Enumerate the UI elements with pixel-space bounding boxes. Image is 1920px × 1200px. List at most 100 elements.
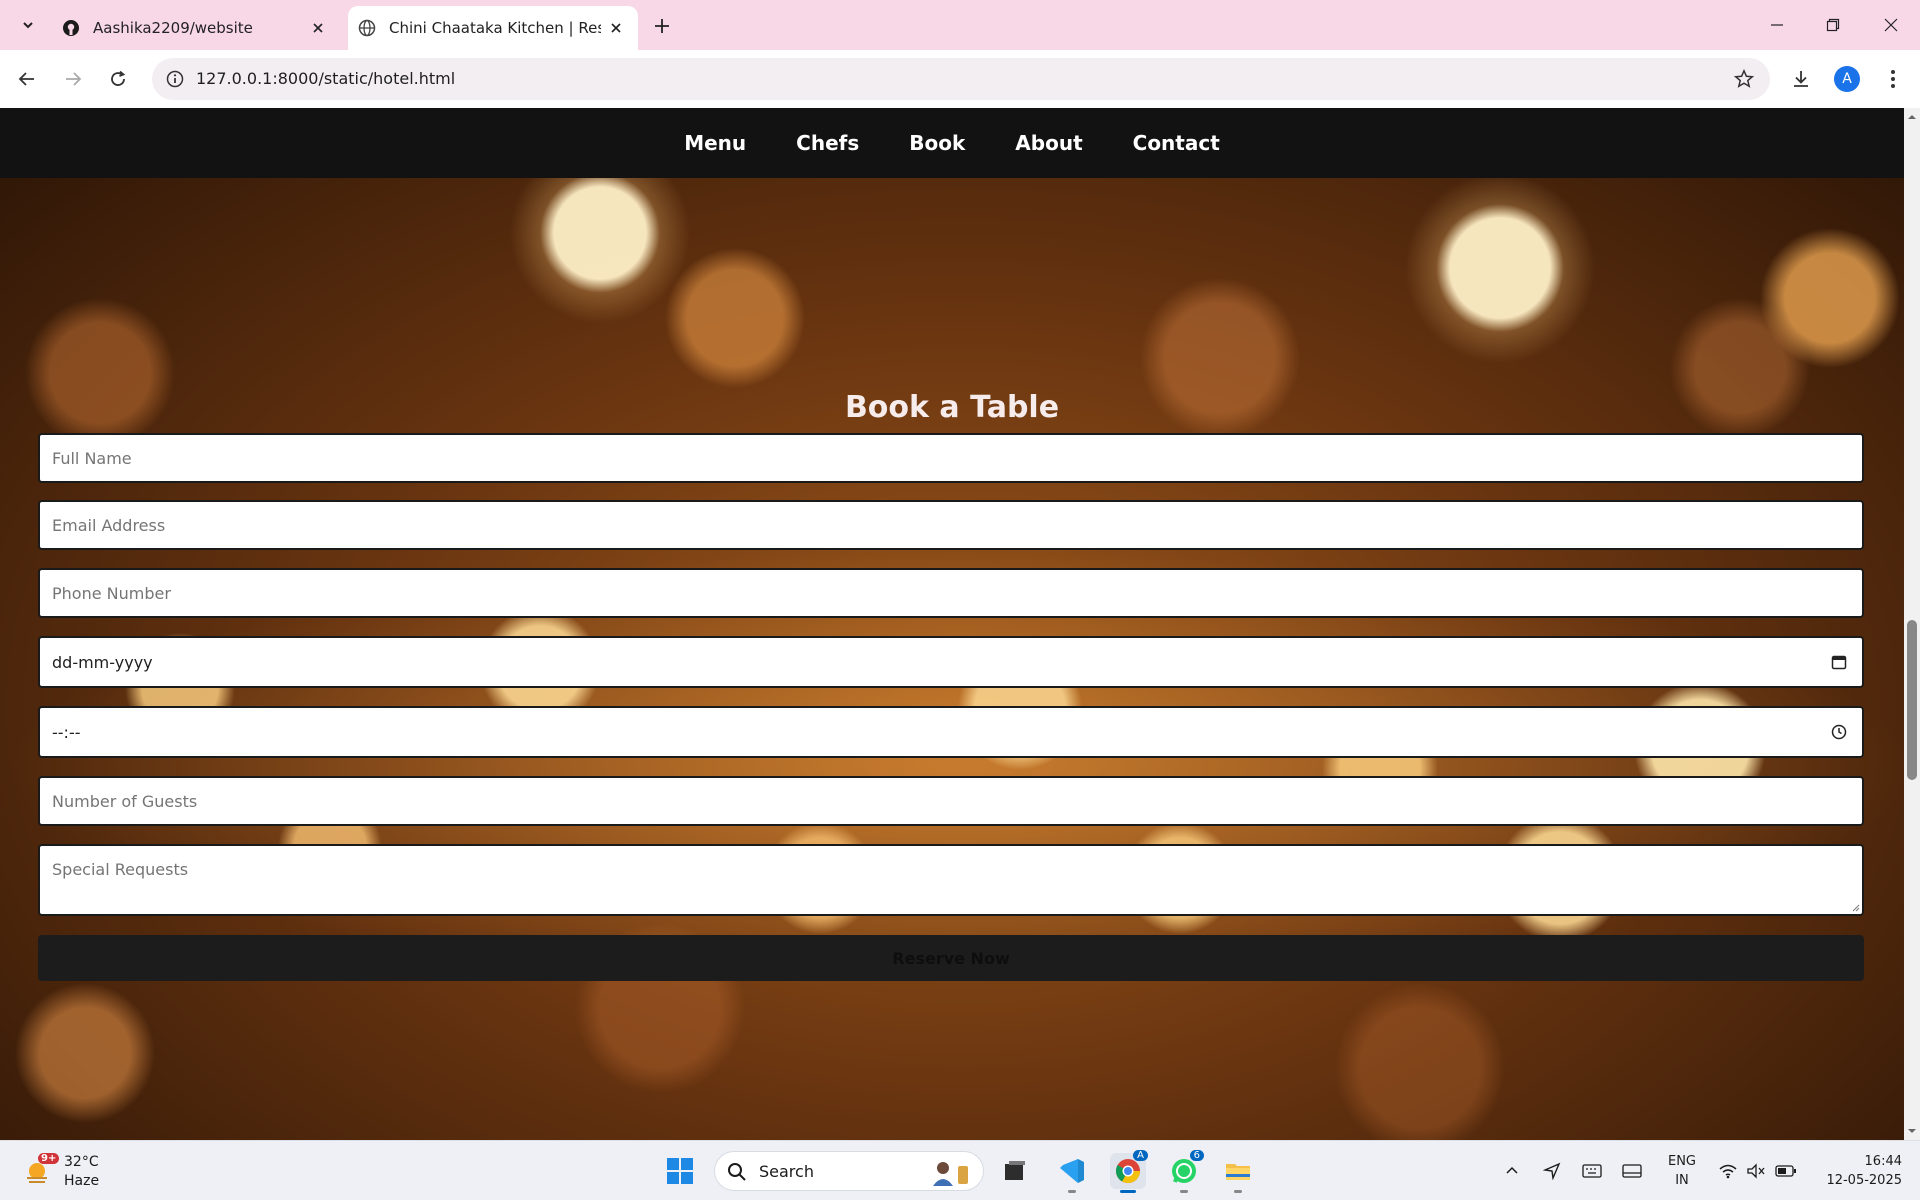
nav-book[interactable]: Book: [909, 131, 965, 155]
menu-button[interactable]: [1878, 64, 1908, 94]
search-highlight-icon: [933, 1162, 968, 1186]
taskbar-chrome[interactable]: A: [1110, 1150, 1148, 1193]
browser-toolbar: 127.0.0.1:8000/static/hotel.html A: [0, 50, 1920, 108]
weather-temp: 32°C: [64, 1154, 99, 1170]
task-view-icon: [1005, 1161, 1025, 1180]
email-placeholder: Email Address: [52, 515, 166, 535]
close-icon[interactable]: [310, 20, 326, 36]
chevron-down-icon: [23, 22, 33, 29]
start-button[interactable]: [662, 1153, 698, 1189]
arrow-left-icon: [18, 72, 34, 86]
system-clock[interactable]: 16:44 12-05-2025: [1812, 1152, 1902, 1190]
clock-time: 16:44: [1864, 1154, 1902, 1169]
site-nav: Menu Chefs Book About Contact: [0, 108, 1904, 178]
search-label: Search: [759, 1162, 814, 1181]
bookmark-star-icon[interactable]: [1732, 67, 1756, 91]
tab-github[interactable]: Aashika2209/website: [52, 6, 340, 50]
globe-icon: [358, 19, 376, 37]
email-input[interactable]: Email Address: [38, 500, 1864, 550]
scrollbar-thumb[interactable]: [1907, 620, 1917, 780]
keyboard-tray[interactable]: [1580, 1159, 1604, 1183]
download-icon: [1794, 71, 1808, 87]
location-tray[interactable]: [1540, 1159, 1564, 1183]
taskbar-vscode[interactable]: [1054, 1153, 1090, 1193]
profile-avatar[interactable]: A: [1834, 66, 1860, 92]
weather-condition: Haze: [64, 1173, 100, 1189]
taskbar-file-explorer[interactable]: [1220, 1153, 1256, 1193]
vscode-icon: [1060, 1159, 1084, 1183]
tab-restaurant[interactable]: Chini Chaataka Kitchen | Restaurant: [348, 6, 638, 50]
battery-tray[interactable]: [1774, 1159, 1798, 1183]
full-name-placeholder: Full Name: [52, 448, 132, 468]
volume-tray[interactable]: [1744, 1159, 1768, 1183]
date-placeholder: dd-mm-yyyy: [52, 652, 153, 672]
requests-placeholder: Special Requests: [52, 860, 189, 879]
restore-button[interactable]: [1818, 12, 1848, 38]
chevron-up-icon: [1506, 1166, 1518, 1174]
weather-widget[interactable]: 9+ 32°C Haze: [22, 1149, 112, 1193]
nav-menu[interactable]: Menu: [684, 131, 746, 155]
reserve-button[interactable]: Reserve Now: [38, 935, 1864, 981]
time-placeholder: --:--: [52, 722, 81, 742]
wifi-tray[interactable]: [1716, 1159, 1740, 1183]
windows-icon: [667, 1158, 693, 1184]
reload-icon: [111, 70, 126, 86]
language-indicator[interactable]: ENG IN: [1664, 1152, 1700, 1190]
time-input[interactable]: --:--: [38, 706, 1864, 758]
page-viewport: Menu Chefs Book About Contact Book a Tab…: [0, 108, 1904, 1140]
chrome-icon: [1115, 1159, 1140, 1184]
guests-placeholder: Number of Guests: [52, 791, 198, 811]
nav-about[interactable]: About: [1015, 131, 1082, 155]
address-bar[interactable]: 127.0.0.1:8000/static/hotel.html: [152, 58, 1770, 100]
speaker-muted-icon: [1747, 1163, 1765, 1179]
keyboard-icon: [1582, 1164, 1602, 1178]
clock-icon[interactable]: [1830, 723, 1848, 741]
running-indicator: [1180, 1190, 1188, 1193]
info-icon[interactable]: [164, 68, 186, 90]
date-input[interactable]: dd-mm-yyyy: [38, 636, 1864, 688]
notification-badge: 9+: [38, 1153, 60, 1164]
minimize-icon: [1771, 24, 1783, 26]
tab-search-button[interactable]: [14, 12, 42, 38]
special-requests-textarea[interactable]: Special Requests: [38, 844, 1864, 916]
windows-taskbar: 9+ 32°C Haze Search A 6 ENG IN 16:44 12-…: [0, 1140, 1920, 1200]
back-button[interactable]: [12, 64, 42, 94]
calendar-icon[interactable]: [1830, 653, 1848, 671]
wifi-icon: [1719, 1164, 1737, 1179]
scroll-up-icon[interactable]: [1907, 112, 1917, 122]
display-tray[interactable]: [1620, 1159, 1644, 1183]
clock-date: 12-05-2025: [1826, 1173, 1902, 1188]
resize-grip-icon[interactable]: [1850, 902, 1860, 912]
forward-button[interactable]: [58, 64, 88, 94]
taskbar-task-view[interactable]: [996, 1153, 1032, 1189]
search-icon: [728, 1163, 746, 1181]
taskbar-whatsapp[interactable]: 6: [1166, 1150, 1204, 1193]
arrow-right-icon: [66, 72, 82, 86]
page-scrollbar[interactable]: [1904, 108, 1920, 1140]
scroll-down-icon[interactable]: [1907, 1126, 1917, 1136]
whatsapp-icon: [1172, 1159, 1196, 1183]
nav-contact[interactable]: Contact: [1133, 131, 1220, 155]
folder-icon: [1226, 1164, 1250, 1180]
more-vert-icon: [1891, 70, 1895, 88]
guests-input[interactable]: Number of Guests: [38, 776, 1864, 826]
running-indicator: [1120, 1190, 1136, 1193]
close-window-button[interactable]: [1876, 12, 1906, 38]
chrome-profile-badge: A: [1133, 1150, 1148, 1161]
close-icon[interactable]: [608, 20, 624, 36]
full-name-input[interactable]: Full Name: [38, 433, 1864, 483]
tab-strip: Aashika2209/website Chini Chaataka Kitch…: [0, 0, 1920, 50]
github-icon: [62, 19, 80, 37]
taskbar-search[interactable]: Search: [714, 1151, 984, 1191]
phone-placeholder: Phone Number: [52, 583, 171, 603]
minimize-button[interactable]: [1762, 12, 1792, 38]
new-tab-button[interactable]: [650, 14, 674, 38]
language-code: ENG: [1667, 1154, 1696, 1169]
plus-icon: [655, 19, 669, 33]
downloads-button[interactable]: [1786, 64, 1816, 94]
running-indicator: [1234, 1190, 1242, 1193]
reload-button[interactable]: [103, 64, 133, 94]
phone-input[interactable]: Phone Number: [38, 568, 1864, 618]
show-hidden-icons[interactable]: [1500, 1159, 1524, 1183]
nav-chefs[interactable]: Chefs: [796, 131, 859, 155]
